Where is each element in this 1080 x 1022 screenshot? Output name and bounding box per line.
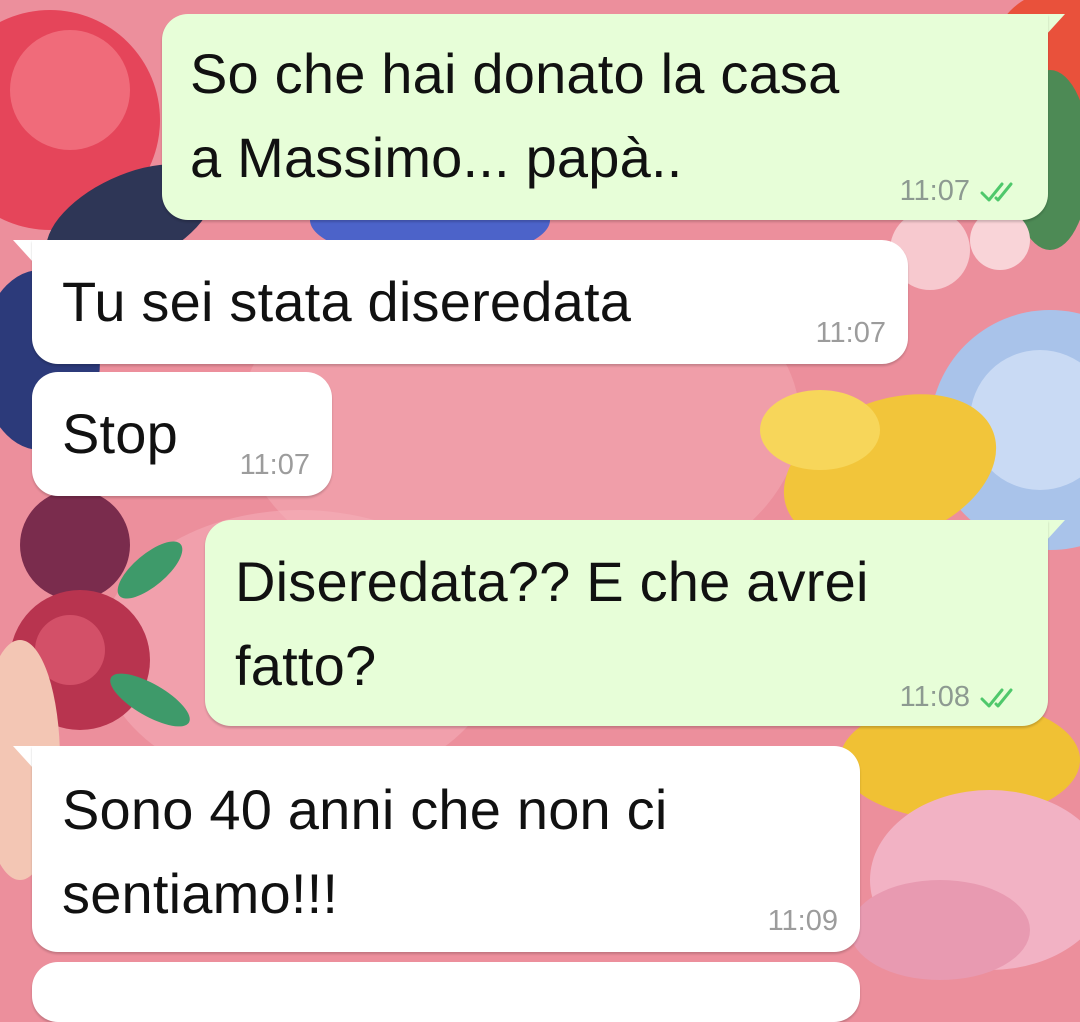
- message-time: 11:07: [239, 449, 310, 481]
- message-meta: 11:08: [900, 681, 1026, 714]
- incoming-message[interactable]: Tu sei stata diseredata 11:07: [32, 240, 908, 364]
- outgoing-bubble-tail: [1045, 14, 1065, 36]
- incoming-message[interactable]: Sono 40 anni che non ci sentiamo!!! 11:0…: [32, 746, 860, 952]
- message-text: Sono 40 anni che non ci sentiamo!!!: [62, 778, 668, 925]
- message-time: 11:08: [899, 681, 970, 713]
- message-text: Tu sei stata diseredata: [62, 270, 632, 333]
- message-text: Stop: [62, 402, 178, 465]
- incoming-message-partial[interactable]: [32, 962, 860, 1022]
- outgoing-message[interactable]: So che hai donato la casa a Massimo... p…: [162, 14, 1048, 220]
- chat-messages-list: So che hai donato la casa a Massimo... p…: [0, 0, 1080, 1022]
- double-check-icon: [980, 688, 1013, 707]
- message-time: 11:09: [767, 905, 838, 937]
- incoming-bubble-tail: [13, 240, 33, 262]
- incoming-message[interactable]: Stop 11:07: [32, 372, 332, 496]
- incoming-bubble-tail: [13, 746, 33, 768]
- double-check-icon: [980, 182, 1013, 201]
- message-meta: 11:07: [240, 449, 310, 482]
- message-meta: 11:07: [900, 175, 1026, 208]
- message-meta: 11:07: [816, 317, 886, 350]
- message-text: So che hai donato la casa a Massimo... p…: [190, 42, 840, 189]
- message-meta: 11:09: [768, 905, 838, 938]
- message-time: 11:07: [815, 317, 886, 349]
- message-text: Diseredata?? E che avrei fatto?: [235, 550, 869, 697]
- message-time: 11:07: [899, 175, 970, 207]
- outgoing-bubble-tail: [1045, 520, 1065, 542]
- outgoing-message[interactable]: Diseredata?? E che avrei fatto? 11:08: [205, 520, 1048, 726]
